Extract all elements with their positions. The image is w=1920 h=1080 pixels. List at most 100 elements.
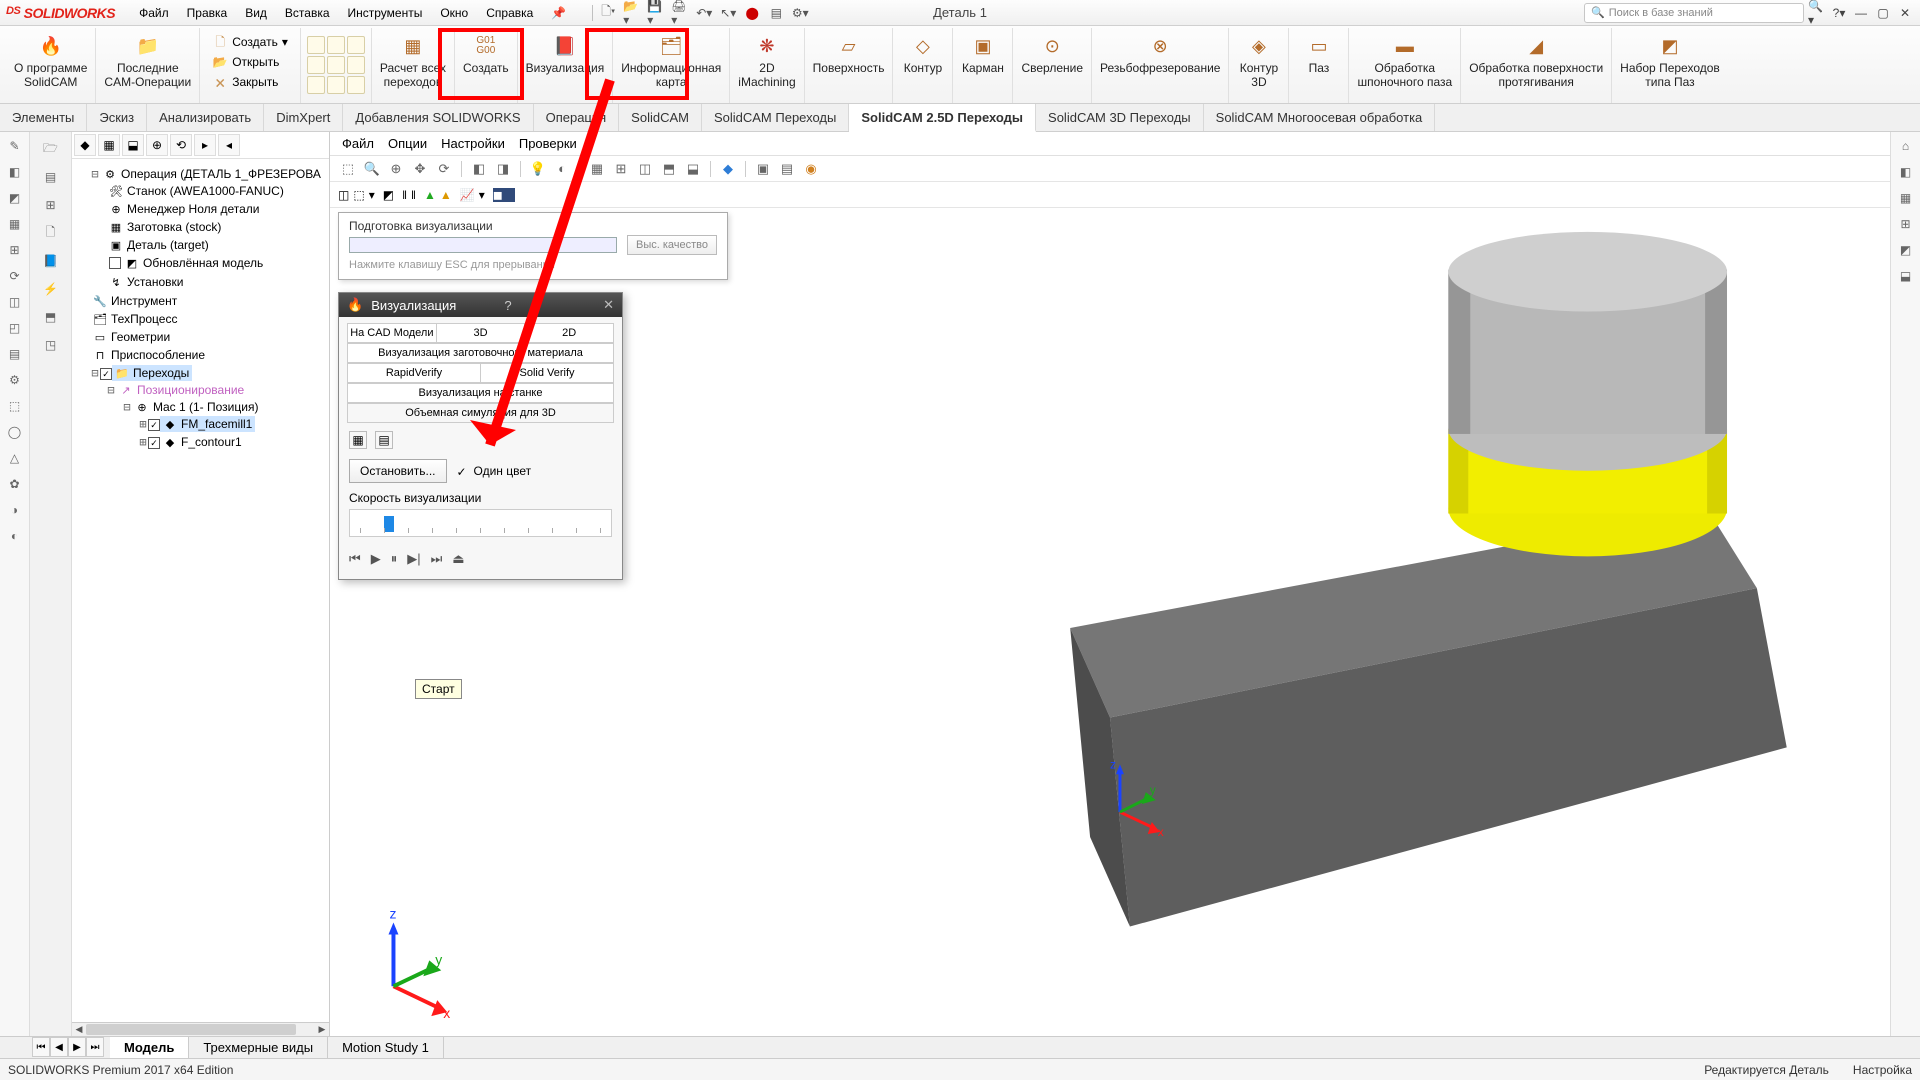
vpm-checks[interactable]: Проверки xyxy=(519,136,577,151)
tab-dimxpert[interactable]: DimXpert xyxy=(264,104,343,131)
ts-ico-5[interactable]: ⊞ xyxy=(5,240,25,260)
node-machine[interactable]: 🛠Станок (AWEA1000-FANUC) xyxy=(106,183,287,199)
new-icon[interactable]: 🗋▾ xyxy=(599,4,617,22)
tab-sc-transitions[interactable]: SolidCAM Переходы xyxy=(702,104,849,131)
grid-ico-5[interactable] xyxy=(327,56,345,74)
tab-sc-3d[interactable]: SolidCAM 3D Переходы xyxy=(1036,104,1204,131)
vt2-3[interactable]: ▾ xyxy=(369,188,375,202)
exp-root[interactable]: ⊟ xyxy=(90,167,100,181)
rt-3[interactable]: ▦ xyxy=(1896,188,1916,208)
print-icon[interactable]: 🖨▾ xyxy=(671,4,689,22)
grid-ico-3[interactable] xyxy=(347,36,365,54)
ribbon-2d-imachining[interactable]: ❋2D iMachining xyxy=(730,28,804,103)
vt2-11[interactable]: ◼ xyxy=(493,188,515,202)
simtab-machine[interactable]: Визуализация на станке xyxy=(347,383,614,402)
pt-7[interactable]: ⬒ xyxy=(40,306,62,328)
sim-ico-1[interactable]: ▦ xyxy=(349,431,367,449)
tt-6[interactable]: ▸ xyxy=(194,134,216,156)
node-updated[interactable]: ◩Обновлённая модель xyxy=(106,255,266,271)
settings-icon[interactable]: ⚙▾ xyxy=(791,4,809,22)
vt-1[interactable]: ⬚ xyxy=(338,159,358,179)
exp-fm[interactable]: ⊞ xyxy=(138,417,148,431)
search-input[interactable]: 🔍 Поиск в базе знаний xyxy=(1584,3,1804,23)
exp-pos[interactable]: ⊟ xyxy=(106,383,116,397)
viewport[interactable]: Файл Опции Настройки Проверки ⬚🔍⊕✥⟳ ◧◨ 💡… xyxy=(330,132,1890,1036)
ts-ico-11[interactable]: ⬚ xyxy=(5,396,25,416)
create-button[interactable]: 🗋Создать ▾ xyxy=(208,34,292,52)
btab-motion[interactable]: Motion Study 1 xyxy=(328,1037,444,1058)
ts-ico-2[interactable]: ◧ xyxy=(5,162,25,182)
open-button[interactable]: 📂Открыть xyxy=(208,54,292,72)
tt-5[interactable]: ⟲ xyxy=(170,134,192,156)
rt-home-icon[interactable]: ⌂ xyxy=(1896,136,1916,156)
grid-ico-1[interactable] xyxy=(307,36,325,54)
ts-ico-12[interactable]: ◯ xyxy=(5,422,25,442)
node-process[interactable]: 🗂ТехПроцесс xyxy=(90,311,180,327)
ribbon-recent[interactable]: 📁Последние CAM-Операции xyxy=(96,28,200,103)
scroll-left-icon[interactable]: ◀ xyxy=(72,1023,86,1036)
vt2-7[interactable]: ▲ xyxy=(424,188,436,202)
vt-7[interactable]: ◨ xyxy=(493,159,513,179)
simtab-volumetric[interactable]: Объемная симуляция для 3D xyxy=(347,403,614,422)
vt2-1[interactable]: ◫ xyxy=(338,188,349,202)
sim-close-icon[interactable]: ✕ xyxy=(603,297,614,313)
node-contour1[interactable]: ◆F_contour1 xyxy=(160,434,245,450)
menu-view[interactable]: Вид xyxy=(237,3,275,23)
scroll-right-icon[interactable]: ▶ xyxy=(315,1023,329,1036)
vt-11[interactable]: ⊞ xyxy=(611,159,631,179)
ribbon-broach[interactable]: ◢Обработка поверхности протягивания xyxy=(1461,28,1612,103)
simtab-stockviz[interactable]: Визуализация заготовочного материала xyxy=(347,343,614,362)
skip-back-icon[interactable]: ⏮ xyxy=(349,551,361,567)
node-stock[interactable]: ▦Заготовка (stock) xyxy=(106,219,224,235)
ribbon-surface[interactable]: ▱Поверхность xyxy=(805,28,894,103)
simtab-solid[interactable]: Solid Verify xyxy=(481,363,614,382)
chk-fc[interactable]: ✓ xyxy=(148,437,160,449)
minimize-icon[interactable]: — xyxy=(1852,4,1870,22)
vt2-8[interactable]: ▲ xyxy=(440,188,452,202)
grid-ico-7[interactable] xyxy=(307,76,325,94)
node-transitions[interactable]: 📁Переходы xyxy=(112,365,192,381)
exp-fc[interactable]: ⊞ xyxy=(138,435,148,449)
play-icon[interactable]: ▶ xyxy=(371,551,381,567)
ribbon-info-card[interactable]: 🗂Информационная карта xyxy=(613,28,730,103)
vt-12[interactable]: ◫ xyxy=(635,159,655,179)
sim-titlebar[interactable]: 🔥 Визуализация ? ✕ xyxy=(339,293,622,317)
node-facemill[interactable]: ◆FM_facemill1 xyxy=(160,416,255,432)
chk-fm[interactable]: ✓ xyxy=(148,419,160,431)
ts-ico-7[interactable]: ◫ xyxy=(5,292,25,312)
ribbon-slot[interactable]: ▭Паз xyxy=(1289,28,1349,103)
ribbon-contour3d[interactable]: ◈Контур 3D xyxy=(1229,28,1289,103)
pt-1[interactable]: 🗁 xyxy=(40,138,62,160)
bt-last-icon[interactable]: ⏭ xyxy=(86,1037,104,1057)
select-icon[interactable]: ↖▾ xyxy=(719,4,737,22)
grid-ico-8[interactable] xyxy=(327,76,345,94)
tab-analyze[interactable]: Анализировать xyxy=(147,104,264,131)
node-positioning[interactable]: ↗Позиционирование xyxy=(116,382,247,398)
close-icon[interactable]: ✕ xyxy=(1896,4,1914,22)
menu-edit[interactable]: Правка xyxy=(179,3,236,23)
vpm-settings[interactable]: Настройки xyxy=(441,136,505,151)
vt-18[interactable]: ◉ xyxy=(801,159,821,179)
menu-tools[interactable]: Инструменты xyxy=(340,3,431,23)
rebuild-icon[interactable]: ⬤ xyxy=(743,4,761,22)
node-zeromgr[interactable]: ⊕Менеджер Ноля детали xyxy=(106,201,262,217)
exp-transitions[interactable]: ⊟ xyxy=(90,366,100,380)
grid-ico-9[interactable] xyxy=(347,76,365,94)
node-root[interactable]: ⚙Операция (ДЕТАЛЬ 1_ФРЕЗЕРОВА xyxy=(100,166,324,182)
pt-3[interactable]: ⊞ xyxy=(40,194,62,216)
menu-window[interactable]: Окно xyxy=(432,3,476,23)
tt-1[interactable]: ◆ xyxy=(74,134,96,156)
tree-hscroll[interactable]: ◀ ▶ xyxy=(72,1022,329,1036)
vt-5[interactable]: ⟳ xyxy=(434,159,454,179)
exp-mac[interactable]: ⊟ xyxy=(122,400,132,414)
scroll-thumb[interactable] xyxy=(86,1024,296,1035)
node-mac1[interactable]: ⊕Mac 1 (1- Позиция) xyxy=(132,399,261,415)
ts-ico-4[interactable]: ▦ xyxy=(5,214,25,234)
ribbon-calc-all[interactable]: ▦Расчет всех переходов xyxy=(372,28,455,103)
ts-ico-6[interactable]: ⟳ xyxy=(5,266,25,286)
one-color-checkbox[interactable]: ✓Один цвет xyxy=(457,464,532,478)
simtab-rapid[interactable]: RapidVerify xyxy=(347,363,481,382)
simtab-cadmodel[interactable]: На CAD Модели xyxy=(347,323,437,342)
stop-button[interactable]: Остановить... xyxy=(349,459,447,483)
close-button[interactable]: 🗙Закрыть xyxy=(208,74,292,92)
